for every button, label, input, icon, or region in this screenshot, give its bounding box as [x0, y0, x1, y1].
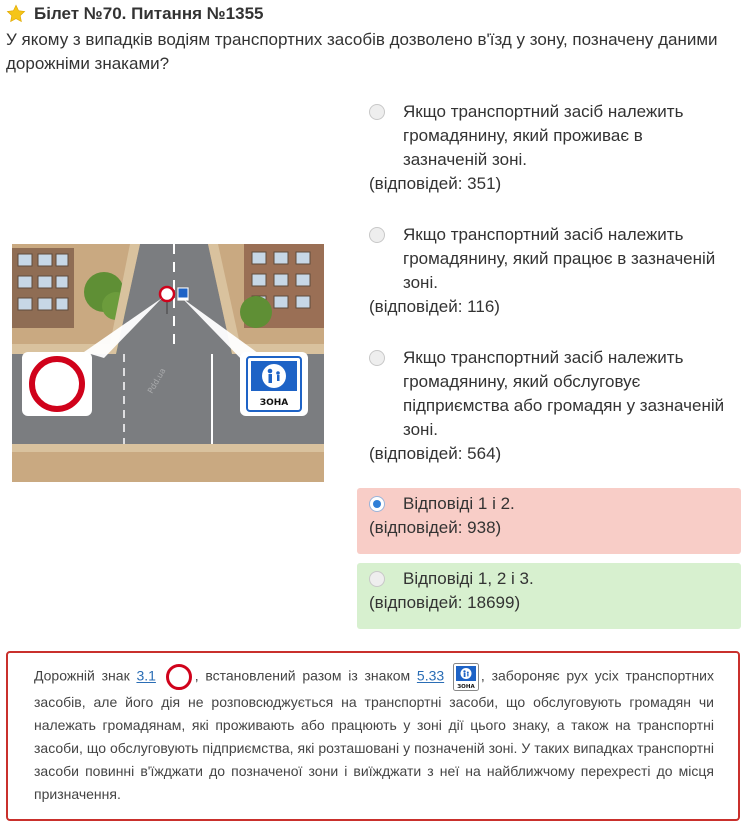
explanation-text: Дорожній знак 3.1 , встановлений разом і…	[34, 663, 714, 806]
answer-count: (відповідей: 938)	[369, 518, 502, 537]
answer-count: (відповідей: 351)	[369, 174, 502, 193]
sign-3-1-link[interactable]: 3.1	[136, 668, 155, 684]
answer-count: (відповідей: 18699)	[369, 593, 521, 612]
radio-button[interactable]	[369, 350, 385, 366]
answer-text: Відповіді 1 і 2.	[403, 494, 515, 513]
answer-text: Відповіді 1, 2 і 3.	[403, 569, 534, 588]
small-no-entry-sign	[158, 285, 176, 303]
answer-text: Якщо транспортний засіб належить громадя…	[403, 102, 684, 169]
answer-text: Якщо транспортний засіб належить громадя…	[403, 225, 716, 292]
explanation-part: , встановлений разом із знаком	[194, 667, 417, 684]
pedestrian-zone-sign-icon: ЗОНА	[452, 663, 479, 691]
radio-button[interactable]	[369, 571, 385, 587]
answer-option-1[interactable]: Якщо транспортний засіб належить громадя…	[357, 96, 741, 206]
no-traffic-sign-icon	[29, 356, 85, 412]
zone-sign-label: ЗОНА	[260, 398, 289, 408]
ticket-title: Білет №70. Питання №1355	[34, 4, 264, 23]
answer-option-3[interactable]: Якщо транспортний засіб належить громадя…	[357, 342, 741, 476]
road-illustration: ЗОНА Pdd.ua	[12, 244, 324, 482]
explanation-part: , забороняє рух усіх транспортних засобі…	[34, 667, 714, 802]
no-traffic-sign-icon	[165, 664, 192, 690]
answer-count: (відповідей: 564)	[369, 444, 502, 463]
question-header: Білет №70. Питання №1355 У якому з випад…	[6, 4, 742, 76]
radio-button[interactable]	[369, 227, 385, 243]
radio-button-selected[interactable]	[369, 496, 385, 512]
ticket-title-row: Білет №70. Питання №1355	[6, 4, 742, 24]
answer-option-5-correct[interactable]: Відповіді 1, 2 і 3. (відповідей: 18699)	[357, 563, 741, 629]
zone-sign-label: ЗОНА	[457, 684, 475, 690]
pedestrian-icon	[267, 368, 273, 374]
explanation-box: Дорожній знак 3.1 , встановлений разом і…	[6, 651, 740, 821]
question-text: У якому з випадків водіям транспортних з…	[6, 30, 718, 73]
explanation-part: Дорожній знак	[34, 667, 137, 684]
answers-list: Якщо транспортний засіб належить громадя…	[357, 96, 741, 639]
answer-option-4-selected-wrong[interactable]: Відповіді 1 і 2. (відповідей: 938)	[357, 488, 741, 554]
answer-option-2[interactable]: Якщо транспортний засіб належить громадя…	[357, 219, 741, 329]
star-icon[interactable]	[6, 4, 26, 24]
radio-button[interactable]	[369, 104, 385, 120]
answer-text: Якщо транспортний засіб належить громадя…	[403, 348, 725, 439]
sign-5-33-link[interactable]: 5.33	[417, 668, 444, 684]
answer-count: (відповідей: 116)	[369, 297, 500, 316]
